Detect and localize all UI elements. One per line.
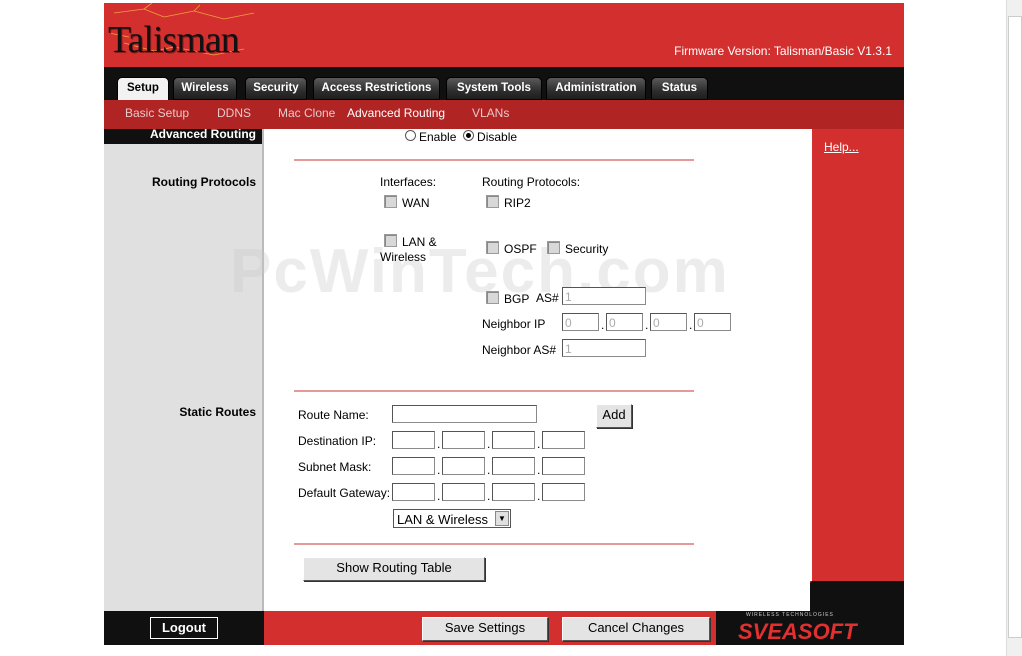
subnet-octet-3[interactable]	[492, 457, 535, 475]
ip-dot: .	[487, 463, 491, 477]
lan-label: LAN &	[402, 235, 437, 249]
save-settings-button[interactable]: Save Settings	[422, 617, 548, 641]
gateway-octet-4[interactable]	[542, 483, 585, 501]
enable-label: Enable	[419, 130, 457, 144]
ospf-checkbox[interactable]	[486, 241, 499, 254]
subnav-mac-clone[interactable]: Mac Clone	[278, 106, 335, 120]
as-input[interactable]: 1	[562, 287, 646, 305]
content-panel	[262, 129, 810, 611]
disable-label: Disable	[477, 130, 518, 144]
lan-label-line2: Wireless	[380, 250, 427, 264]
subnet-octet-1[interactable]	[392, 457, 435, 475]
interfaces-header: Interfaces:	[380, 175, 437, 189]
dest-ip-octet-4[interactable]	[542, 431, 585, 449]
subnav-advanced-routing[interactable]: Advanced Routing	[347, 106, 445, 120]
ip-dot: .	[689, 318, 693, 332]
route-name-label: Route Name:	[298, 408, 369, 422]
tab-status[interactable]: Status	[651, 77, 708, 100]
rip2-label: RIP2	[504, 196, 531, 210]
interface-select-value: LAN & Wireless	[397, 512, 489, 527]
bgp-label: BGP	[504, 292, 530, 306]
right-column	[812, 129, 904, 581]
section-title-routing-protocols: Routing Protocols	[152, 175, 256, 189]
as-label: AS#	[536, 291, 559, 305]
wan-label: WAN	[402, 196, 430, 210]
subnet-octet-4[interactable]	[542, 457, 585, 475]
route-name-input[interactable]	[392, 405, 537, 423]
ospf-label: OSPF	[504, 242, 537, 256]
subnet-mask-label: Subnet Mask:	[298, 460, 372, 474]
neighbor-as-input[interactable]: 1	[562, 339, 646, 357]
tab-security[interactable]: Security	[245, 77, 307, 100]
tab-access-restrictions[interactable]: Access Restrictions	[313, 77, 440, 100]
ip-dot: .	[487, 437, 491, 451]
tab-system-tools[interactable]: System Tools	[446, 77, 542, 100]
disable-radio[interactable]	[463, 130, 475, 141]
protocols-header: Routing Protocols:	[482, 175, 581, 189]
neighbor-ip-octet-2[interactable]: 0	[606, 313, 643, 331]
show-routing-table-button[interactable]: Show Routing Table	[303, 557, 485, 581]
ip-dot: .	[601, 318, 605, 332]
help-link[interactable]: Help...	[824, 140, 859, 154]
gateway-octet-2[interactable]	[442, 483, 485, 501]
ip-dot: .	[437, 489, 441, 503]
ip-dot: .	[537, 489, 541, 503]
firmware-version: Firmware Version: Talisman/Basic V1.3.1	[674, 44, 892, 58]
left-column	[104, 129, 262, 611]
ip-dot: .	[537, 463, 541, 477]
cancel-changes-button[interactable]: Cancel Changes	[562, 617, 710, 641]
rip2-checkbox[interactable]	[486, 195, 499, 208]
gateway-octet-1[interactable]	[392, 483, 435, 501]
ip-dot: .	[537, 437, 541, 451]
subnav-basic-setup[interactable]: Basic Setup	[125, 106, 189, 120]
logout-button[interactable]: Logout	[150, 617, 218, 639]
neighbor-as-label: Neighbor AS#	[482, 343, 557, 357]
dest-ip-octet-2[interactable]	[442, 431, 485, 449]
section-title-static-routes: Static Routes	[179, 405, 256, 419]
enable-radio[interactable]	[405, 130, 416, 141]
section-title-advanced-routing: Advanced Routing	[149, 127, 256, 141]
subnav-ddns[interactable]: DDNS	[217, 106, 251, 120]
enable-radio-group: Enable Disable	[405, 130, 517, 144]
subnet-octet-2[interactable]	[442, 457, 485, 475]
add-button[interactable]: Add	[596, 404, 632, 428]
ip-dot: .	[437, 437, 441, 451]
brand-logo: Talisman	[108, 19, 240, 61]
bgp-checkbox[interactable]	[486, 291, 499, 304]
scrollbar-thumb[interactable]	[1008, 16, 1022, 638]
subnav-vlans[interactable]: VLANs	[472, 106, 509, 120]
security-label: Security	[565, 242, 609, 256]
tab-wireless[interactable]: Wireless	[173, 77, 237, 100]
dest-ip-octet-1[interactable]	[392, 431, 435, 449]
divider	[294, 159, 694, 161]
neighbor-ip-octet-3[interactable]: 0	[650, 313, 687, 331]
destination-ip-label: Destination IP:	[298, 434, 377, 448]
vendor-tagline: WIRELESS TECHNOLOGIES	[746, 612, 834, 618]
ip-dot: .	[437, 463, 441, 477]
default-gateway-label: Default Gateway:	[298, 486, 391, 500]
lan-checkbox[interactable]	[384, 234, 397, 247]
neighbor-ip-label: Neighbor IP	[482, 317, 546, 331]
gateway-octet-3[interactable]	[492, 483, 535, 501]
watermark: PcWinTech.com	[230, 237, 730, 306]
tab-administration[interactable]: Administration	[546, 77, 646, 100]
divider	[294, 390, 694, 392]
security-checkbox[interactable]	[547, 241, 560, 254]
chevron-down-icon[interactable]: ▼	[495, 511, 509, 526]
wan-checkbox[interactable]	[384, 195, 397, 208]
interface-select[interactable]: LAN & Wireless ▼	[393, 509, 511, 528]
dest-ip-octet-3[interactable]	[492, 431, 535, 449]
vendor-logo: SVEASOFT	[738, 619, 857, 644]
tab-setup[interactable]: Setup	[117, 77, 169, 102]
ip-dot: .	[487, 489, 491, 503]
neighbor-ip-octet-1[interactable]: 0	[562, 313, 599, 331]
ip-dot: .	[645, 318, 649, 332]
divider	[294, 543, 694, 545]
neighbor-ip-octet-4[interactable]: 0	[694, 313, 731, 331]
